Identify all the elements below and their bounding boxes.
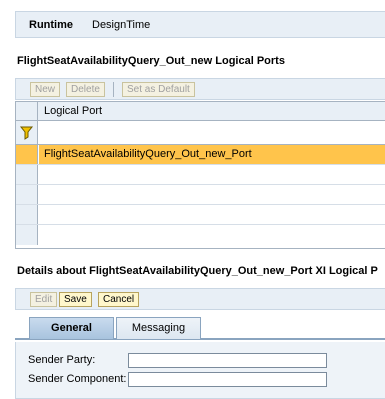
row-selector[interactable] [16,185,38,204]
table-filter-row [16,121,385,145]
filter-cell[interactable] [16,121,38,144]
logical-port-cell[interactable]: FlightSeatAvailabilityQuery_Out_new_Port [39,145,385,164]
logical-port-cell[interactable] [39,165,385,184]
cancel-button[interactable]: Cancel [98,292,140,307]
tab-messaging[interactable]: Messaging [116,317,201,339]
logical-port-cell[interactable] [39,225,385,245]
logical-port-cell[interactable] [39,205,385,224]
row-selector[interactable] [16,205,38,224]
logical-ports-toolbar: New Delete Set as Default [15,78,385,100]
sender-party-field[interactable] [128,353,327,368]
table-row[interactable]: FlightSeatAvailabilityQuery_Out_new_Port [16,145,385,165]
details-tabstrip: General Messaging [15,316,385,340]
row-selector[interactable] [16,225,38,245]
table-header-row: Logical Port [16,102,385,121]
set-as-default-button[interactable]: Set as Default [122,82,195,97]
delete-button[interactable]: Delete [66,82,105,97]
view-tabstrip: Runtime DesignTime [15,11,385,38]
logical-port-cell[interactable] [39,185,385,204]
logical-ports-table: Logical Port FlightSeatAvailabilityQuery… [15,101,385,249]
sender-component-label: Sender Component: [28,373,127,385]
column-header-logical-port[interactable]: Logical Port [39,102,385,120]
new-button[interactable]: New [30,82,61,97]
row-selector[interactable] [16,165,38,184]
filter-input-cell[interactable] [39,121,385,144]
table-row[interactable] [16,225,385,245]
sender-component-field[interactable] [128,372,327,387]
table-row[interactable] [16,185,385,205]
table-row[interactable] [16,165,385,185]
details-toolbar: Edit Save Cancel [15,288,385,310]
funnel-icon[interactable] [16,121,38,144]
edit-button[interactable]: Edit [30,292,58,307]
save-button[interactable]: Save [59,292,92,307]
tab-general[interactable]: General [29,317,114,339]
tab-designtime[interactable]: DesignTime [92,19,150,31]
toolbar-separator [113,82,114,97]
select-all-cell[interactable] [16,102,38,120]
row-selector[interactable] [16,145,38,164]
general-form: Sender Party: Sender Component: [15,342,385,399]
sender-party-label: Sender Party: [28,354,96,366]
tab-runtime[interactable]: Runtime [29,19,73,31]
table-row[interactable] [16,205,385,225]
logical-ports-title: FlightSeatAvailabilityQuery_Out_new Logi… [17,55,285,67]
details-title: Details about FlightSeatAvailabilityQuer… [17,265,378,277]
